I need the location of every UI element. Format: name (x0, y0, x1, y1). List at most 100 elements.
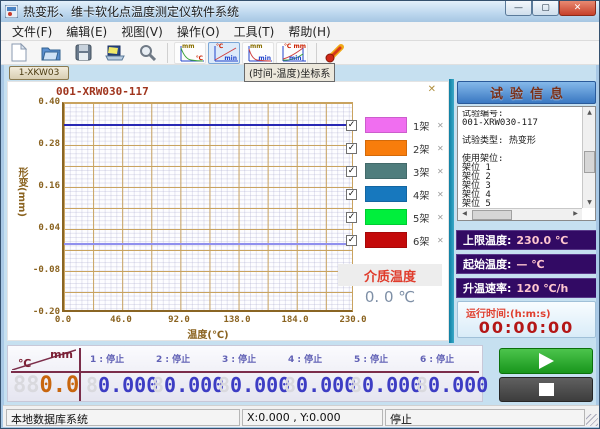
series-color-swatch (365, 140, 407, 156)
checkbox-checked-icon[interactable]: ✓ (346, 189, 357, 200)
medium-temperature-value: 0. 0 ℃ (338, 288, 442, 306)
checkbox-checked-icon[interactable]: ✓ (346, 212, 357, 223)
checkbox-checked-icon[interactable]: ✓ (346, 143, 357, 154)
legend-item: ✓ 1架 ✕ (346, 116, 444, 134)
legend-label: 5架 (413, 210, 435, 225)
minimize-button[interactable]: — (505, 1, 532, 16)
legend-marker-icon[interactable]: ✕ (437, 144, 444, 153)
stop-button[interactable] (499, 377, 593, 402)
channel-2-display: 80.000 (152, 375, 224, 395)
checkbox-checked-icon[interactable]: ✓ (346, 166, 357, 177)
maximize-button[interactable]: ▢ (532, 1, 559, 16)
axis-label: min (289, 56, 302, 62)
x-tick: 184.0 (278, 315, 312, 325)
chart-deformation-temperature-button[interactable]: mm ℃ (174, 42, 206, 64)
status-coordinates: X:0.000 , Y:0.000 (242, 409, 383, 426)
series-color-swatch (365, 163, 407, 179)
channel-2-status: 2 : 停止 (156, 352, 190, 365)
runtime-box: 运行时间:(h:m:s) 00:00:00 (457, 301, 596, 338)
zoom-button[interactable] (135, 42, 159, 64)
channel-value: 0.000 (230, 373, 290, 397)
axis-label: ℃ (284, 44, 291, 50)
channel-value: 0.000 (164, 373, 224, 397)
legend-marker-icon[interactable]: ✕ (437, 213, 444, 222)
legend-label: 2架 (413, 141, 435, 156)
ghost-digit: 8 (152, 373, 164, 397)
start-button[interactable] (499, 348, 593, 374)
axis-label: ℃ (216, 44, 223, 50)
vertical-scrollbar[interactable]: ▲ ▼ (582, 107, 595, 208)
heat-rate-label: 升温速率: (463, 280, 511, 296)
legend-marker-icon[interactable]: ✕ (437, 236, 444, 245)
reference-line-zero (64, 243, 352, 245)
unit-header-cell: ℃ mm (12, 348, 76, 370)
menu-tools[interactable]: 工具(T) (227, 22, 282, 41)
close-button[interactable]: ✕ (559, 1, 596, 16)
menu-file[interactable]: 文件(F) (5, 22, 59, 41)
ghost-digits: 88 (13, 373, 40, 398)
info-line: 架位 5 (462, 200, 580, 207)
new-file-icon (11, 43, 27, 62)
scroll-thumb[interactable] (584, 151, 595, 173)
resize-grip[interactable] (586, 414, 598, 426)
channel-3-status: 3 : 停止 (222, 352, 256, 365)
scroll-thumb[interactable] (472, 210, 512, 220)
menu-help[interactable]: 帮助(H) (281, 22, 337, 41)
stop-icon (539, 383, 554, 396)
channel-value: 0.000 (362, 373, 422, 397)
upper-limit-label: 上限温度: (463, 232, 511, 248)
chart-title: 001-XRW030-117 (56, 85, 149, 98)
x-tick: 46.0 (104, 315, 138, 325)
medium-temperature-label: 介质温度 (338, 264, 442, 286)
start-temp-row: 起始温度: — ℃ (456, 254, 597, 274)
scroll-up-icon[interactable]: ▲ (583, 107, 596, 118)
horizontal-scrollbar[interactable]: ◀ ▶ (458, 208, 582, 220)
status-database: 本地数据库系统 (6, 409, 240, 426)
x-tick: 230.0 (336, 315, 370, 325)
chart-combined-button[interactable]: ℃ mm min (276, 42, 308, 64)
checkbox-checked-icon[interactable]: ✓ (346, 235, 357, 246)
toolbar-separator (167, 43, 168, 63)
panel-splitter[interactable] (449, 79, 454, 343)
chart-temperature-time-button[interactable]: ℃ min (208, 42, 240, 64)
toolbar: mm ℃ ℃ min mm min ℃ (1, 41, 600, 65)
medium-temp-unit: ℃ (398, 288, 415, 306)
axis-label: min (258, 56, 271, 62)
plot-area[interactable] (62, 102, 353, 312)
report-view-button[interactable] (103, 42, 127, 64)
scroll-right-icon[interactable]: ▶ (569, 209, 582, 219)
save-floppy-icon (75, 44, 92, 61)
menu-edit[interactable]: 编辑(E) (59, 22, 114, 41)
menu-operate[interactable]: 操作(O) (170, 22, 227, 41)
legend-marker-icon[interactable]: ✕ (437, 190, 444, 199)
chart-close-icon[interactable]: ✕ (428, 84, 436, 95)
laptop-icon (105, 45, 125, 61)
open-file-button[interactable] (39, 42, 63, 64)
legend-marker-icon[interactable]: ✕ (437, 121, 444, 130)
axis-label: ℃ (196, 56, 203, 62)
scroll-left-icon[interactable]: ◀ (458, 209, 471, 219)
tab-instrument-1[interactable]: 1-XKW03 (9, 66, 69, 80)
new-file-button[interactable] (7, 42, 31, 64)
axis-label: mm (250, 44, 263, 50)
save-button[interactable] (71, 42, 95, 64)
celsius-unit-label: ℃ (18, 357, 31, 370)
status-bar: 本地数据库系统 X:0.000 , Y:0.000 停止 (3, 405, 599, 427)
menu-view[interactable]: 视图(V) (114, 22, 170, 41)
series-color-swatch (365, 186, 407, 202)
y-tick: -0.08 (24, 265, 60, 275)
thermometer-button[interactable] (323, 42, 347, 64)
ghost-digit: 8 (416, 373, 428, 397)
chart-deformation-time-button[interactable]: mm min (242, 42, 274, 64)
status-run-state: 停止 (385, 409, 585, 426)
main-content: 1-XKW03 (时间-温度)坐标系 001-XRW030-117 ✕ 0.40… (1, 65, 600, 344)
scroll-down-icon[interactable]: ▼ (583, 197, 596, 208)
x-axis-label: 温度(℃) (153, 326, 263, 341)
temperature-value: 0.0 (40, 373, 80, 398)
checkbox-checked-icon[interactable]: ✓ (346, 120, 357, 131)
test-info-header: 试验信息 (457, 81, 596, 104)
info-line: 试验类型: 热变形 (462, 137, 580, 146)
legend-item: ✓ 4架 ✕ (346, 185, 444, 203)
legend-marker-icon[interactable]: ✕ (437, 167, 444, 176)
test-info-listbox[interactable]: 试验编号: 001-XRW030-117 试验类型: 热变形 使用架位: 架位 … (457, 106, 596, 221)
